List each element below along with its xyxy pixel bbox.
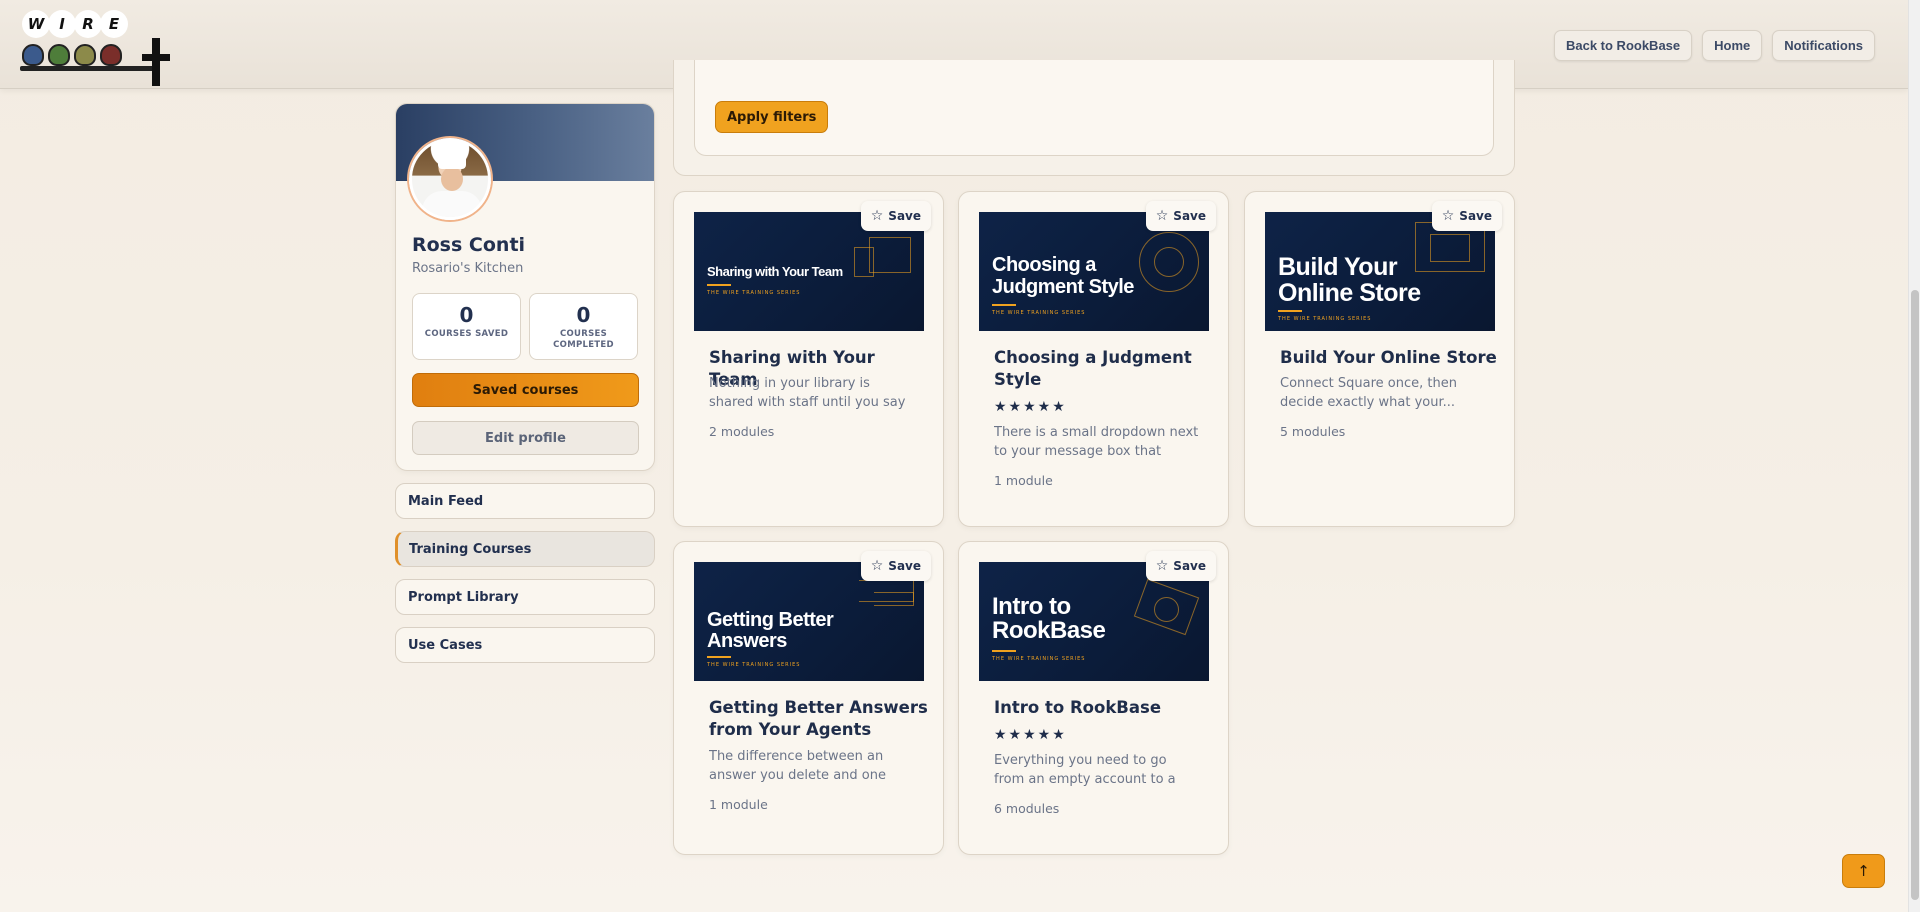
save-button[interactable]: ☆ Save xyxy=(860,201,931,231)
logo-crossbar xyxy=(142,54,170,61)
thumbnail-title: Getting Better Answers xyxy=(707,609,834,652)
thumbnail-title: Sharing with Your Team xyxy=(707,264,843,279)
scrollbar-thumb[interactable] xyxy=(1911,290,1919,900)
courses-saved-stat: 0 COURSES SAVED xyxy=(412,293,521,360)
course-modules: 5 modules xyxy=(1280,424,1346,439)
course-title[interactable]: Choosing a Judgment Style xyxy=(994,347,1214,391)
page-scrollbar[interactable] xyxy=(1908,0,1920,912)
save-button[interactable]: ☆ Save xyxy=(1145,551,1216,581)
course-description: The difference between an answer you del… xyxy=(709,749,886,783)
course-description: Everything you need to go from an empty … xyxy=(994,753,1176,787)
logo-birds xyxy=(22,44,126,66)
thumbnail-title: Intro to RookBase xyxy=(992,593,1106,644)
sidebar-nav: Main Feed Training Courses Prompt Librar… xyxy=(395,483,655,675)
course-description: Nothing in your library is shared with s… xyxy=(709,376,906,410)
sidebar-item-use-cases[interactable]: Use Cases xyxy=(395,627,655,663)
logo-wire-bar xyxy=(20,66,160,71)
thumbnail-title: Choosing a Judgment Style xyxy=(992,254,1134,298)
sidebar-item-training-courses[interactable]: Training Courses xyxy=(395,531,655,567)
bird-icon xyxy=(74,44,96,66)
bird-icon xyxy=(22,44,44,66)
course-card[interactable]: Choosing a Judgment Style THE WIRE TRAIN… xyxy=(958,191,1229,527)
bird-icon xyxy=(100,44,122,66)
course-card[interactable]: Getting Better Answers THE WIRE TRAINING… xyxy=(673,541,944,855)
save-label: Save xyxy=(1173,559,1206,573)
courses-saved-count: 0 xyxy=(459,303,474,327)
edit-profile-button[interactable]: Edit profile xyxy=(412,421,639,455)
avatar xyxy=(409,138,491,220)
star-outline-icon: ☆ xyxy=(870,558,884,574)
saved-courses-button[interactable]: Saved courses xyxy=(412,373,639,407)
star-outline-icon: ☆ xyxy=(1441,208,1455,224)
save-button[interactable]: ☆ Save xyxy=(1431,201,1502,231)
rating-stars: ★★★★★ xyxy=(994,399,1067,415)
logo-letter: R xyxy=(74,10,102,38)
profile-card: Ross Conti Rosario's Kitchen 0 COURSES S… xyxy=(395,103,655,471)
home-button[interactable]: Home xyxy=(1702,30,1763,61)
star-outline-icon: ☆ xyxy=(1155,558,1169,574)
logo-letter: E xyxy=(100,10,128,38)
notifications-button[interactable]: Notifications xyxy=(1772,30,1875,61)
sidebar-item-prompt-library[interactable]: Prompt Library xyxy=(395,579,655,615)
save-label: Save xyxy=(888,209,921,223)
course-title[interactable]: Intro to RookBase xyxy=(994,697,1214,719)
courses-completed-label: COURSES COMPLETED xyxy=(553,329,614,350)
apply-filters-button[interactable]: Apply filters xyxy=(715,101,829,133)
course-modules: 1 module xyxy=(994,473,1053,488)
course-modules: 1 module xyxy=(709,797,768,812)
back-to-rookbase-button[interactable]: Back to RookBase xyxy=(1553,30,1693,61)
save-button[interactable]: ☆ Save xyxy=(860,551,931,581)
course-card[interactable]: Sharing with Your Team THE WIRE TRAINING… xyxy=(673,191,944,527)
courses-completed-count: 0 xyxy=(576,303,591,327)
courses-saved-label: COURSES SAVED xyxy=(424,329,509,339)
rating-stars: ★★★★★ xyxy=(994,727,1067,743)
save-label: Save xyxy=(888,559,921,573)
logo-letter: W xyxy=(22,10,50,38)
course-card[interactable]: Build Your Online Store THE WIRE TRAININ… xyxy=(1244,191,1515,527)
bird-icon xyxy=(48,44,70,66)
star-outline-icon: ☆ xyxy=(870,208,884,224)
save-button[interactable]: ☆ Save xyxy=(1145,201,1216,231)
course-modules: 2 modules xyxy=(709,424,775,439)
course-description: There is a small dropdown next to your m… xyxy=(994,425,1199,459)
logo-pole xyxy=(152,38,160,86)
save-label: Save xyxy=(1459,209,1492,223)
wire-logo[interactable]: W I R E xyxy=(20,8,175,88)
save-label: Save xyxy=(1173,209,1206,223)
header-nav: Back to RookBase Home Notifications xyxy=(1553,30,1875,61)
star-outline-icon: ☆ xyxy=(1155,208,1169,224)
profile-organization: Rosario's Kitchen xyxy=(412,261,524,276)
scroll-to-top-button[interactable]: ↑ xyxy=(1842,854,1885,888)
course-title[interactable]: Build Your Online Store xyxy=(1280,347,1500,369)
course-card[interactable]: Intro to RookBase THE WIRE TRAINING SERI… xyxy=(958,541,1229,855)
course-description: Connect Square once, then decide exactly… xyxy=(1280,376,1457,410)
profile-name: Ross Conti xyxy=(412,234,526,256)
sidebar-item-main-feed[interactable]: Main Feed xyxy=(395,483,655,519)
logo-letter: I xyxy=(48,10,76,38)
course-modules: 6 modules xyxy=(994,801,1060,816)
logo-letters: W I R E xyxy=(22,10,128,38)
course-title[interactable]: Getting Better Answers from Your Agents xyxy=(709,697,929,741)
courses-completed-stat: 0 COURSES COMPLETED xyxy=(529,293,638,360)
